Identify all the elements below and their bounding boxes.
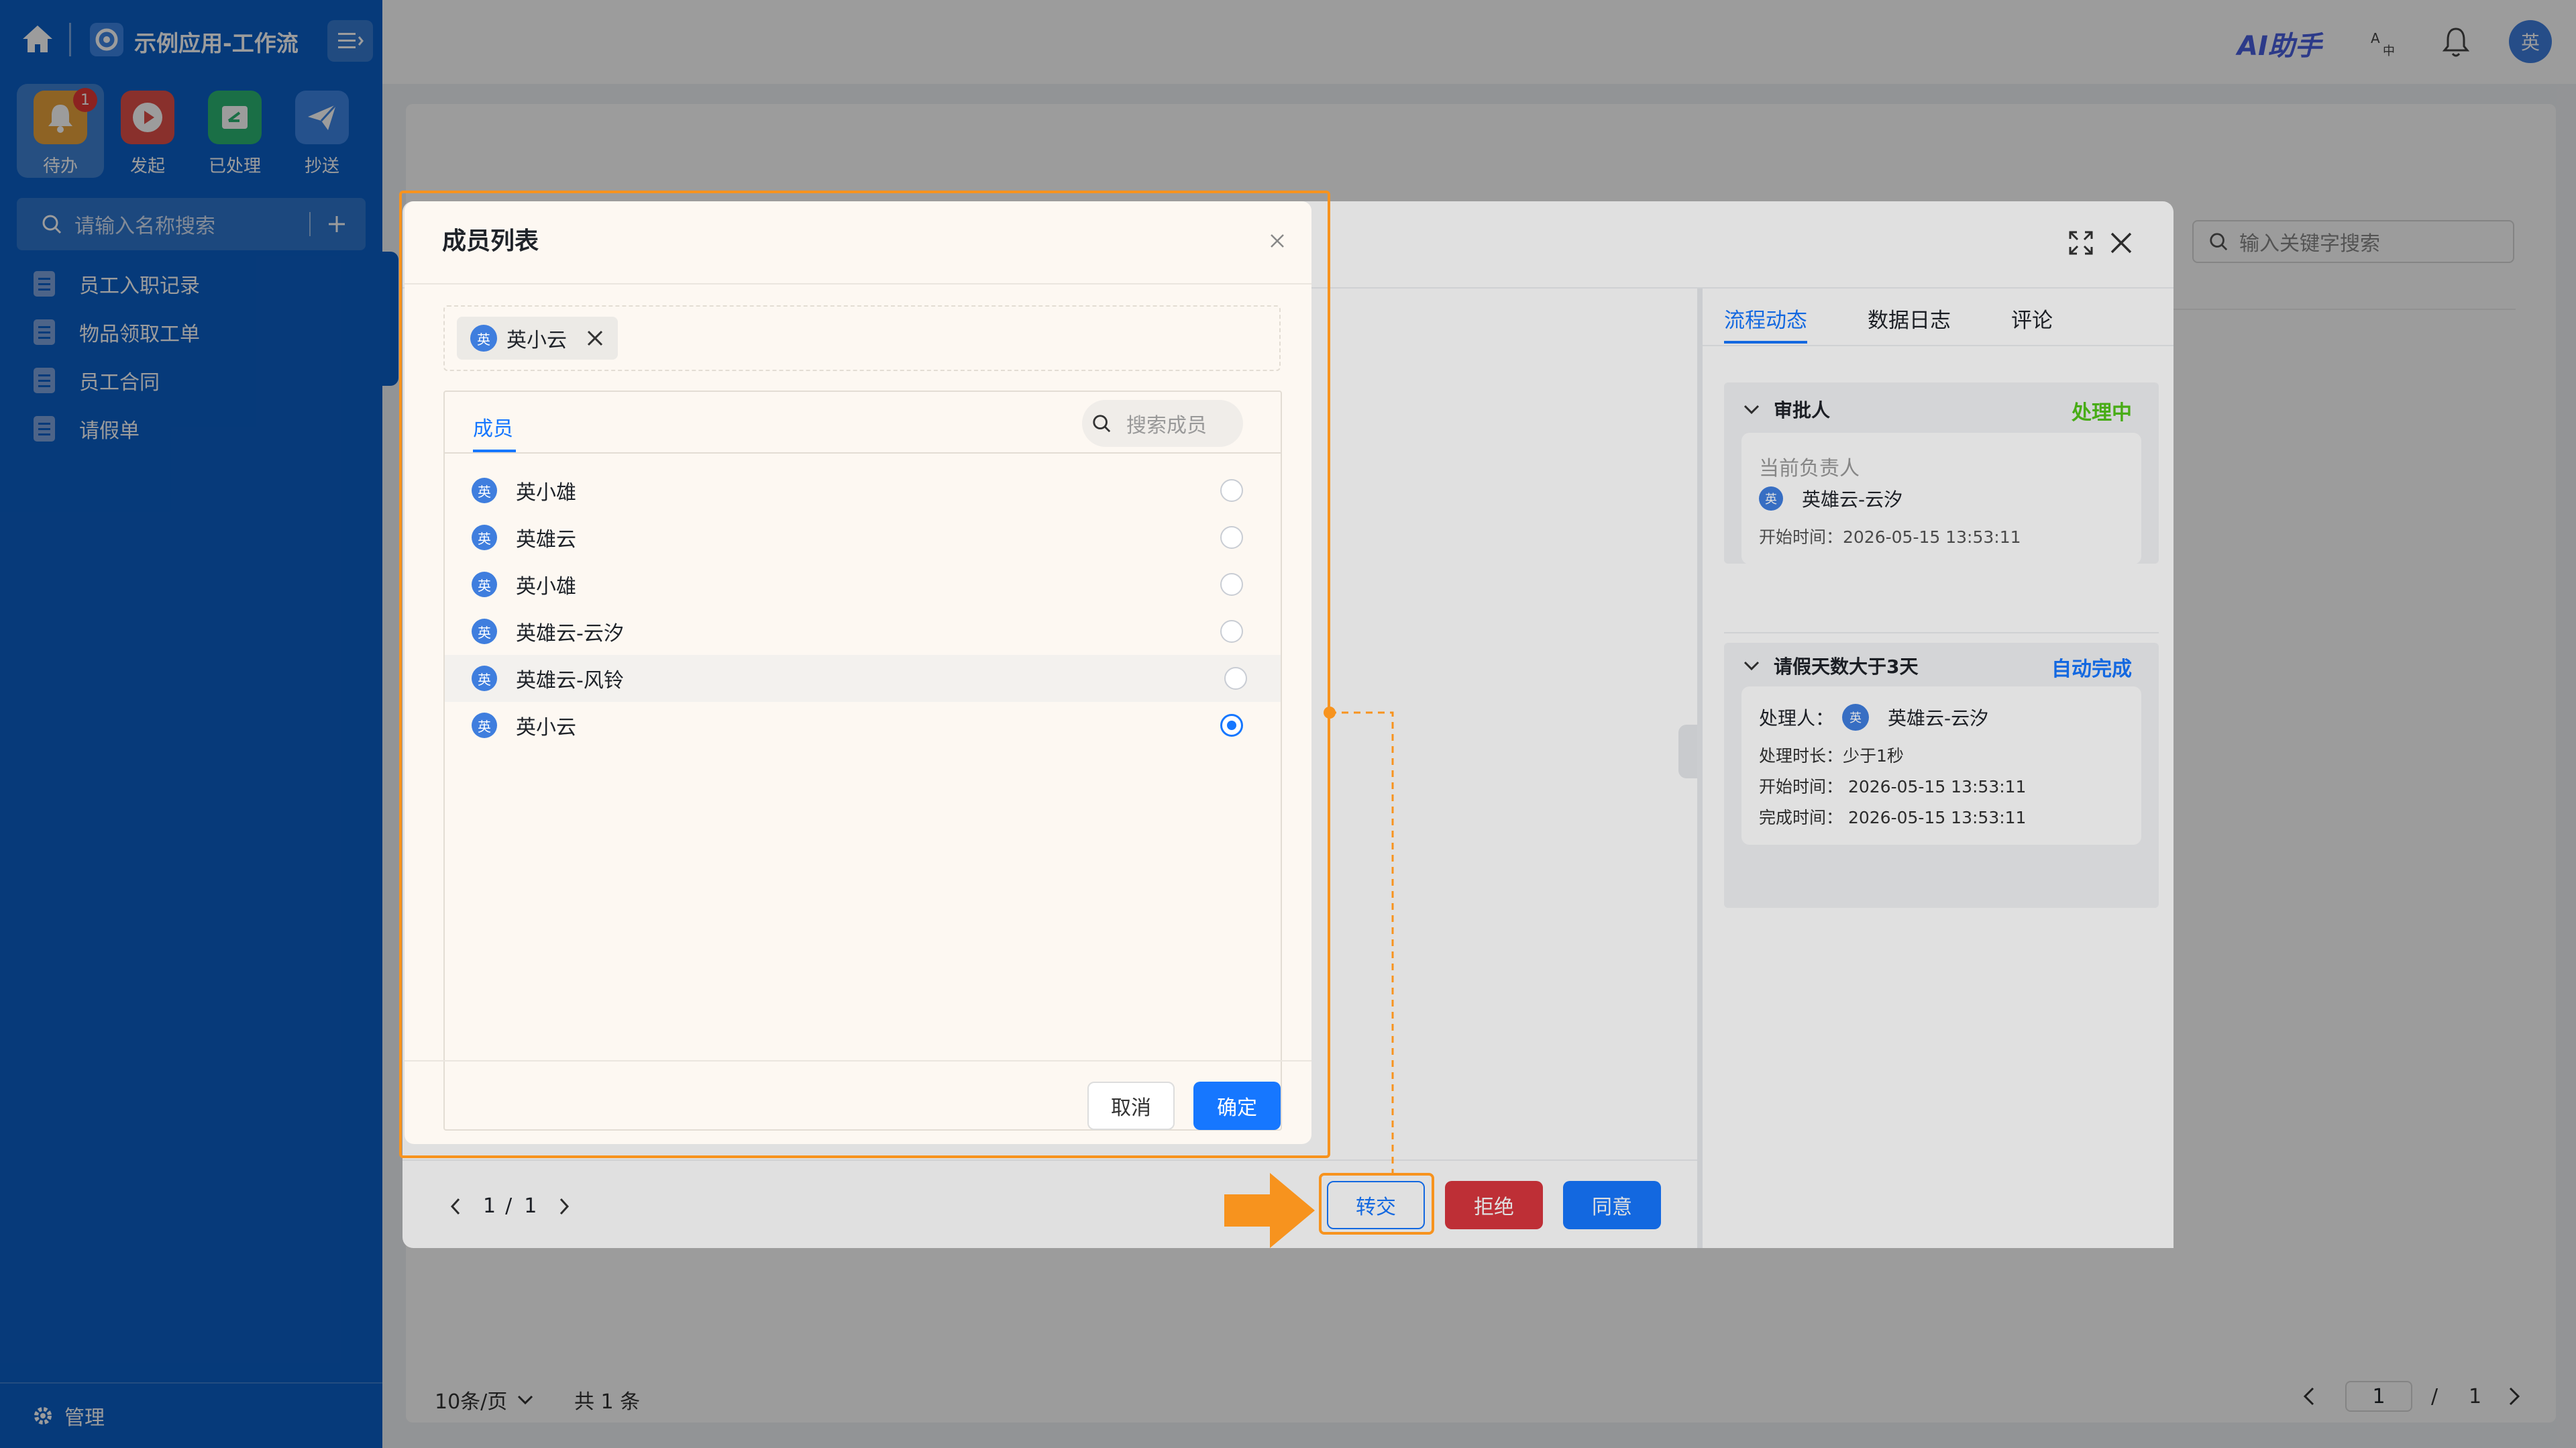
highlight-frame xyxy=(399,191,1330,1158)
highlight-frame xyxy=(1319,1173,1434,1235)
arrow-pointer-icon xyxy=(1224,1173,1315,1248)
connector-line xyxy=(1324,707,1394,1174)
